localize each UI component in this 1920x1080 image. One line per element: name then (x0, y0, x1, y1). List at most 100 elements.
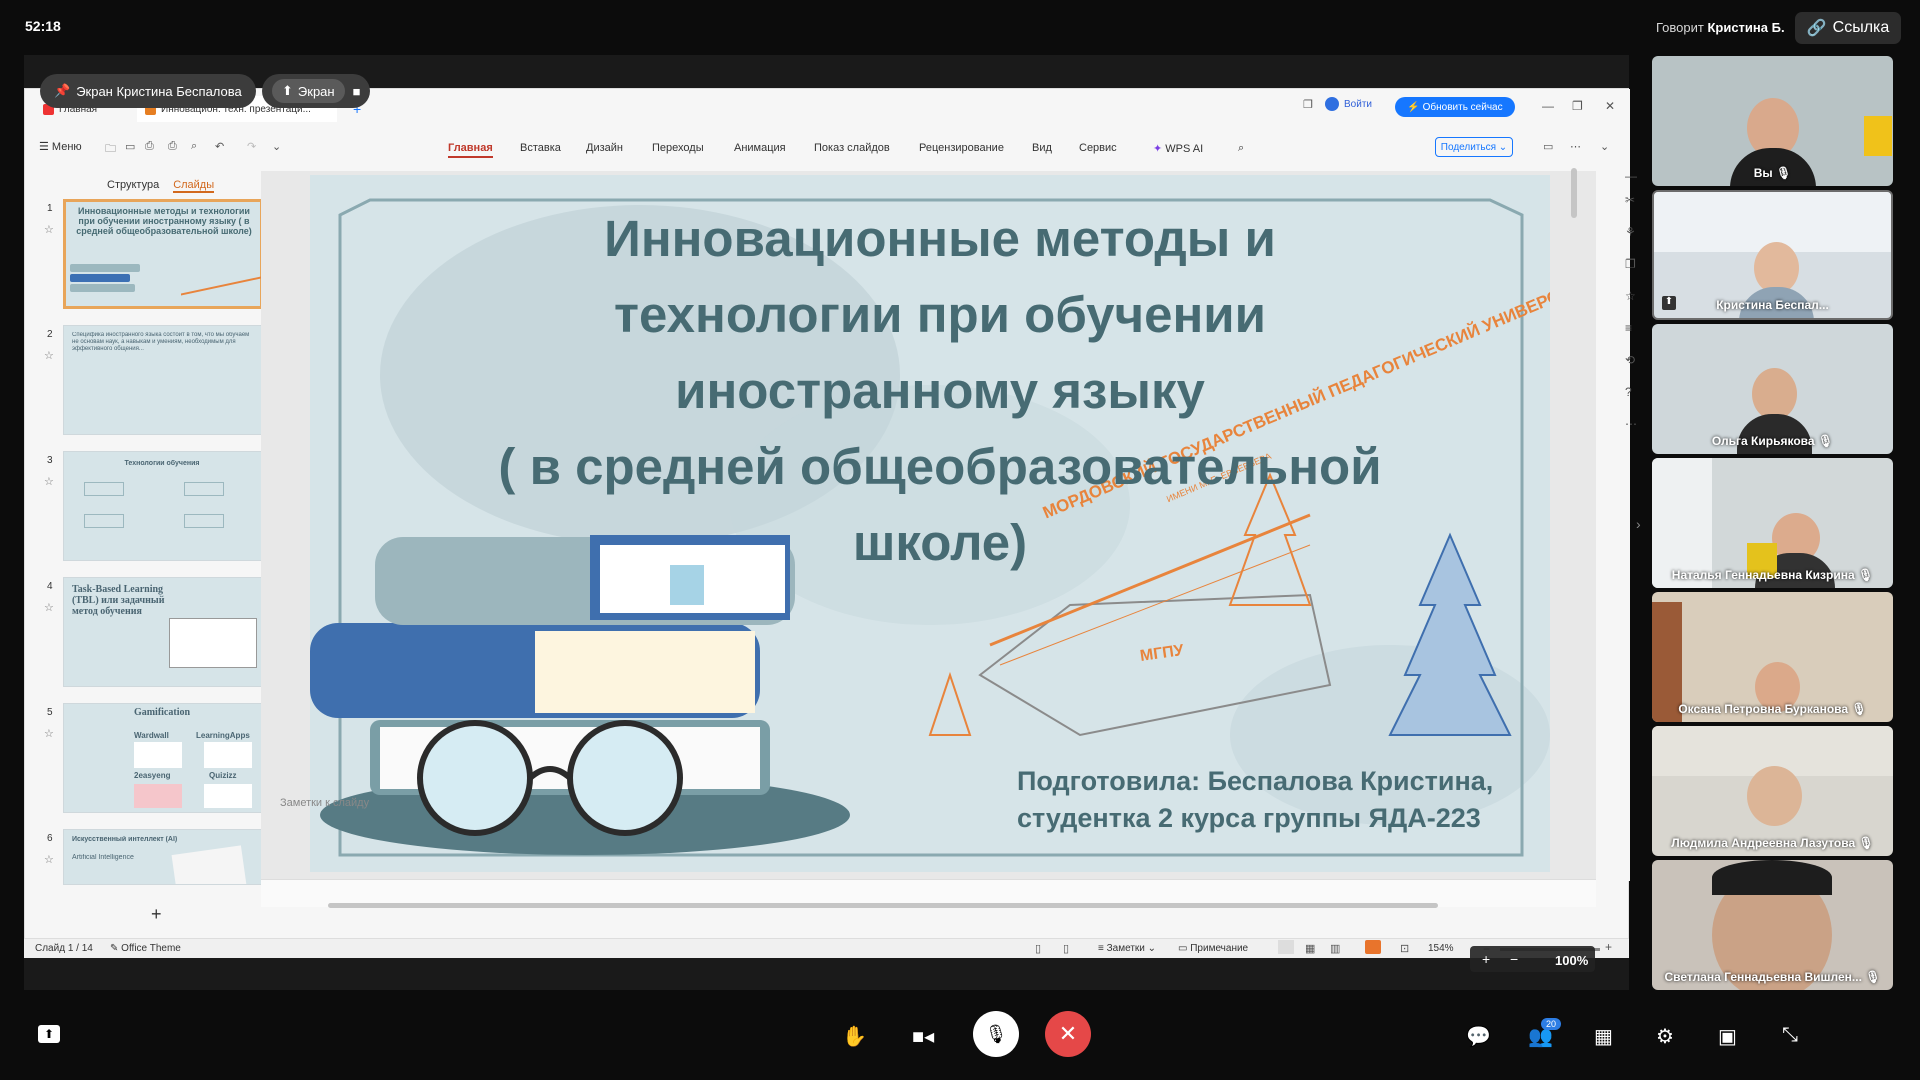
ai-spark-icon: ✦ (1153, 143, 1163, 155)
notes-toggle[interactable]: ≡ Заметки ⌄ (1098, 943, 1156, 954)
hang-up-button[interactable]: ✕ (1045, 1011, 1091, 1057)
participant-tile[interactable]: Ольга Кирьякова 🎙 (1652, 324, 1893, 454)
horizontal-scrollbar[interactable] (328, 903, 1438, 908)
zoom-level[interactable]: 154% (1428, 943, 1454, 954)
zoom-in-icon[interactable]: + (1605, 940, 1612, 954)
tab-outline[interactable]: Структура (107, 179, 159, 193)
microphone-toggle[interactable]: 🎙 (973, 1011, 1019, 1057)
ribbon-tab-insert[interactable]: Вставка (520, 142, 561, 154)
ribbon-tab-design[interactable]: Дизайн (586, 142, 623, 154)
slide-thumbnail-1[interactable]: Инновационные методы и технологии при об… (63, 199, 263, 309)
screen-switch[interactable]: ⬆ Экран ■ (262, 74, 371, 108)
screen-share-owner[interactable]: 📌 Экран Кристина Беспалова (40, 74, 256, 108)
minimize-icon[interactable]: — (1542, 99, 1554, 113)
animation-icon[interactable]: ⚘ (1625, 225, 1636, 239)
search-icon[interactable]: ⌕ (1238, 142, 1244, 155)
more-icon[interactable]: ⋯ (1625, 417, 1637, 431)
reading-view-icon[interactable]: ▥ (1330, 942, 1340, 955)
chevron-down-icon[interactable]: ⌄ (272, 140, 281, 153)
camera-icon[interactable]: ■◂ (912, 1024, 934, 1049)
settings-sliders-icon[interactable]: ≡ (1625, 321, 1632, 335)
participant-tile[interactable]: Наталья Геннадьевна Кизрина 🎙 (1652, 458, 1893, 588)
redo-icon[interactable]: ↷ (247, 140, 256, 153)
comment-icon[interactable]: ▭ (1543, 140, 1553, 153)
participant-tile[interactable]: Оксана Петровна Бурканова 🎙 (1652, 592, 1893, 722)
participant-tile[interactable]: Вы 🎙 (1652, 56, 1893, 186)
transform-icon[interactable]: ✂ (1625, 193, 1635, 207)
zoom-overlay-plus-icon[interactable]: + (1482, 951, 1490, 967)
fit-window-icon[interactable]: ⊡ (1400, 942, 1409, 955)
ribbon-tab-animation[interactable]: Анимация (734, 142, 786, 154)
slide-thumbnail-6[interactable]: Искусственный интеллект (AI) Artificial … (63, 829, 263, 885)
star-icon[interactable]: ☆ (44, 853, 54, 866)
maximize-icon[interactable]: ❐ (1572, 99, 1583, 113)
grid-view-icon[interactable]: ▦ (1305, 942, 1315, 955)
add-slide-button[interactable]: + (151, 904, 162, 925)
screen-toggle[interactable]: ⬆ Экран (272, 79, 345, 103)
slide-thumbnail-5[interactable]: Gamification Wardwall LearningApps 2easy… (63, 703, 263, 813)
tab-slides[interactable]: Слайды (173, 179, 215, 193)
ribbon-tab-home[interactable]: Главная (448, 142, 493, 158)
collapse-ribbon-icon[interactable]: ⌄ (1600, 140, 1609, 153)
more-icon[interactable]: ⋯ (1570, 140, 1581, 153)
exit-fullscreen-icon[interactable]: ⤡ (1782, 1024, 1798, 1047)
star-icon[interactable]: ☆ (44, 223, 54, 236)
share-button[interactable]: Поделиться ⌄ (1435, 137, 1513, 157)
login-button[interactable]: Войти (1325, 97, 1372, 111)
camera-icon[interactable]: ■ (353, 84, 361, 99)
undo-icon[interactable]: ↶ (215, 140, 224, 153)
print-icon[interactable]: ⎙ (168, 140, 177, 153)
notes-placeholder[interactable]: Заметки к слайду (280, 797, 369, 809)
star-icon[interactable]: ☆ (1625, 289, 1636, 303)
slide-thumbnail-4[interactable]: Task-Based Learning (TBL) или задачный м… (63, 577, 263, 687)
participant-tile[interactable]: Светлана Геннадьевна Вишлен... 🎙 (1652, 860, 1893, 990)
theme-name[interactable]: ✎ Office Theme (110, 943, 181, 954)
comment-toggle[interactable]: ▭ Примечание (1178, 943, 1248, 954)
minus-icon[interactable]: — (1625, 169, 1637, 183)
star-icon[interactable]: ☆ (44, 475, 54, 488)
participant-tile[interactable]: Людмила Андреевна Лазутова 🎙 (1652, 726, 1893, 856)
ribbon-tab-view[interactable]: Вид (1032, 142, 1052, 154)
zoom-overlay-minus-icon[interactable]: − (1510, 951, 1518, 967)
chevron-right-icon[interactable]: › (1636, 516, 1641, 532)
save-icon[interactable]: ▭ (125, 140, 135, 153)
preview-icon[interactable]: ⌕ (191, 140, 197, 153)
ribbon-tab-review[interactable]: Рецензирование (919, 142, 1004, 154)
ribbon-tab-tools[interactable]: Сервис (1079, 142, 1117, 154)
normal-view-icon[interactable] (1278, 940, 1294, 954)
menu-button[interactable]: ☰ Меню (39, 140, 82, 153)
slide-thumbnail-3[interactable]: Технологии обучения (63, 451, 263, 561)
close-icon[interactable]: ✕ (1605, 99, 1615, 113)
current-slide[interactable]: МОРДОВСКИЙ ГОСУДАРСТВЕННЫЙ ПЕДАГОГИЧЕСКИ… (310, 175, 1550, 872)
star-icon[interactable]: ☆ (44, 727, 54, 740)
share-screen-icon[interactable]: ⬆ (38, 1025, 60, 1043)
star-icon[interactable]: ☆ (44, 601, 54, 614)
slide-thumbnail-2[interactable]: Специфика иностранного языка состоит в т… (63, 325, 263, 435)
copy-link-button[interactable]: 🔗 Ссылка (1795, 12, 1901, 44)
pip-icon[interactable]: ▣ (1718, 1024, 1737, 1049)
raise-hand-icon[interactable]: ✋ (842, 1024, 867, 1049)
ribbon-tab-transitions[interactable]: Переходы (652, 142, 704, 154)
play-slideshow-icon[interactable] (1365, 940, 1381, 954)
ribbon-tab-slideshow[interactable]: Показ слайдов (814, 142, 890, 154)
note-icon[interactable]: ▯ (1063, 942, 1069, 955)
export-icon[interactable]: ⎙ (145, 140, 154, 153)
participant-tile[interactable]: ⬆ Кристина Беспал... (1652, 190, 1893, 320)
grid-layout-icon[interactable]: ▦ (1594, 1024, 1613, 1049)
fit-icon[interactable]: ▯ (1035, 942, 1041, 955)
ribbon-tab-wps-ai[interactable]: ✦ WPS AI (1153, 142, 1203, 155)
window-mode-icon[interactable]: ❐ (1303, 98, 1313, 111)
update-button[interactable]: ⚡ Обновить сейчас (1395, 97, 1515, 117)
history-icon[interactable]: ⟲ (1625, 353, 1635, 367)
star-icon[interactable]: ☆ (44, 349, 54, 362)
thumb-title: Task-Based Learning (TBL) или задачный м… (72, 584, 165, 617)
login-label: Войти (1344, 98, 1372, 110)
layers-icon[interactable]: ❐ (1625, 257, 1636, 271)
open-icon[interactable]: 🗀 (105, 140, 116, 159)
vertical-scrollbar[interactable] (1571, 168, 1577, 218)
settings-gear-icon[interactable]: ⚙ (1656, 1024, 1674, 1049)
screenshot-image (204, 784, 252, 808)
help-icon[interactable]: ? (1625, 385, 1632, 399)
chat-icon[interactable]: 💬 (1466, 1024, 1491, 1049)
thumb-box (184, 514, 224, 528)
